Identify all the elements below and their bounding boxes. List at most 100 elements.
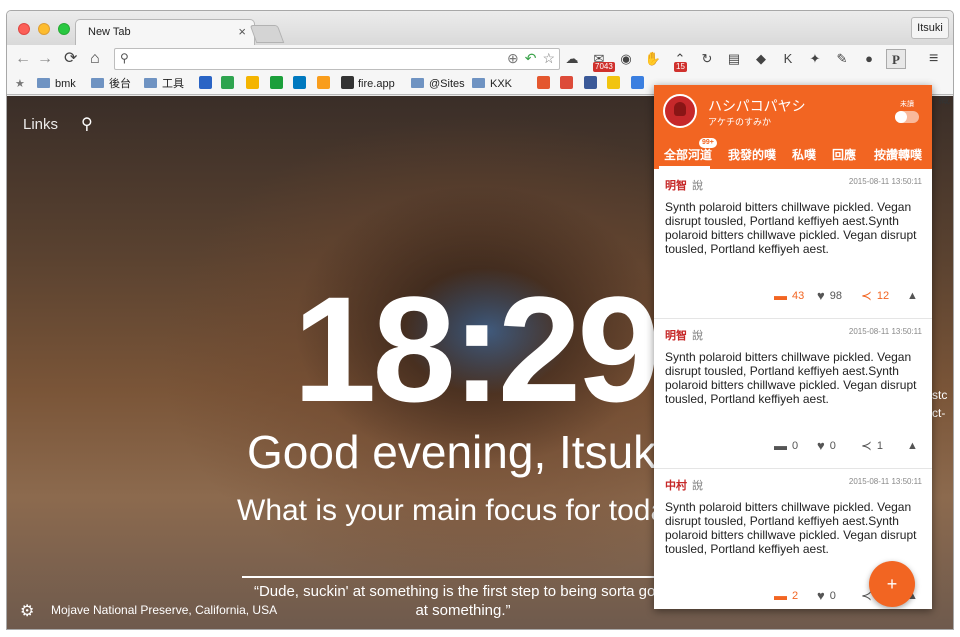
- bookmark-item[interactable]: fire.app: [341, 76, 395, 92]
- clipboard-extension-icon[interactable]: ▤: [724, 49, 744, 69]
- heart-action[interactable]: ♥ 0: [817, 438, 836, 454]
- home-icon[interactable]: ⌂: [90, 49, 100, 69]
- dropper-extension-icon[interactable]: ✎: [832, 49, 852, 69]
- bookmark-item[interactable]: [631, 76, 648, 92]
- post-author[interactable]: 明智: [665, 177, 687, 193]
- site-favicon-icon: [584, 76, 597, 89]
- user-subtitle: アケチのすみか: [708, 117, 772, 127]
- bookmark-star-icon[interactable]: ★: [15, 76, 25, 92]
- folder-icon: [37, 78, 50, 88]
- bookmark-item[interactable]: bmk: [37, 76, 76, 92]
- focus-input-underline[interactable]: [242, 576, 662, 578]
- unread-toggle[interactable]: [895, 111, 919, 123]
- tab-new-tab[interactable]: New Tab ×: [75, 19, 255, 45]
- add-post-button[interactable]: +: [869, 561, 915, 607]
- bookmark-star-icon[interactable]: ☆: [542, 50, 555, 67]
- bookmark-item[interactable]: [317, 76, 334, 92]
- bookmark-item[interactable]: [560, 76, 577, 92]
- bookmark-item[interactable]: [293, 76, 310, 92]
- hand-extension-icon[interactable]: ✋: [643, 49, 663, 69]
- window-maximize-button[interactable]: [58, 23, 70, 35]
- bookmark-item[interactable]: [270, 76, 287, 92]
- share-action[interactable]: ≺ 1: [861, 438, 883, 454]
- heart-action[interactable]: ♥ 0: [817, 588, 836, 604]
- heart-action[interactable]: ♥ 98: [817, 288, 842, 304]
- username: ハシパコパヤシ: [708, 98, 806, 114]
- post-item[interactable]: 明智說 2015-08-11 13:50:11 Synth polaroid bit…: [654, 169, 932, 319]
- color-wheel-extension-icon[interactable]: ◉: [616, 49, 636, 69]
- post-timestamp: 2015-08-11 13:50:11: [848, 327, 922, 336]
- comment-action[interactable]: ▬ 2: [774, 588, 798, 604]
- popup-tab[interactable]: 回應: [832, 146, 856, 163]
- bell-icon[interactable]: ▲: [907, 438, 918, 454]
- heart-icon: ♥: [817, 438, 825, 453]
- window-close-button[interactable]: [18, 23, 30, 35]
- action-count: 0: [792, 440, 799, 452]
- links-button[interactable]: Links: [23, 116, 58, 133]
- feedly-extension-icon[interactable]: ⌃ 15: [670, 49, 690, 72]
- post-item[interactable]: 明智說 2015-08-11 13:50:11 Synth polaroid bit…: [654, 319, 932, 469]
- ninja-extension-icon-glyph: ✦: [809, 51, 821, 66]
- comment-action[interactable]: ▬ 43: [774, 288, 804, 304]
- bookmark-item[interactable]: 工具: [144, 76, 184, 92]
- forward-icon[interactable]: →: [37, 49, 53, 69]
- popup-tab[interactable]: 全部河道: [664, 146, 712, 163]
- site-favicon-icon: [246, 76, 259, 89]
- unread-toggle-label: 未讀: [900, 101, 914, 108]
- k-extension-icon[interactable]: K: [778, 49, 798, 69]
- quote: “Dude, suckin' at something is the first…: [253, 583, 673, 619]
- reload-icon[interactable]: ⟳: [64, 49, 77, 69]
- cloud-extension-icon[interactable]: ☁: [562, 49, 582, 69]
- share-icon: ≺: [861, 288, 872, 303]
- popup-tab[interactable]: 私噗: [792, 146, 816, 163]
- target-icon[interactable]: ⊕: [507, 50, 519, 67]
- photo-location[interactable]: Mojave National Preserve, California, US…: [51, 603, 277, 617]
- user-avatar[interactable]: [663, 94, 697, 128]
- browser-toolbar: ← → ⟳ ⌂ ⚲ ⊕ ↶ ☆ ☁ ✉ 7043 ◉ ✋ ⌃ 15 ↻ ▤ ◆ K ✦ ✎ ● P ≡: [7, 45, 953, 73]
- p-extension-icon[interactable]: P: [886, 49, 906, 69]
- bookmark-item[interactable]: [199, 76, 216, 92]
- bookmark-label: 工具: [162, 78, 184, 90]
- post-author[interactable]: 中村: [665, 477, 687, 493]
- post-author[interactable]: 明智: [665, 327, 687, 343]
- comment-icon: ▬: [774, 588, 787, 603]
- bookmark-item[interactable]: [246, 76, 263, 92]
- bookmark-item[interactable]: [537, 76, 554, 92]
- settings-gear-icon[interactable]: ⚙: [20, 601, 34, 621]
- action-count: 12: [876, 290, 890, 302]
- back-icon[interactable]: ←: [15, 49, 31, 69]
- popup-tab[interactable]: 我發的噗: [728, 146, 776, 163]
- share-action[interactable]: ≺ 12: [861, 288, 889, 304]
- tab-close-icon[interactable]: ×: [238, 24, 246, 39]
- profile-button[interactable]: Itsuki: [911, 17, 949, 39]
- evernote-tag-extension-icon[interactable]: ◆: [751, 49, 771, 69]
- bookmark-item[interactable]: 後台: [91, 76, 131, 92]
- comment-action[interactable]: ▬ 0: [774, 438, 798, 454]
- menu-icon[interactable]: ≡: [929, 49, 938, 69]
- bookmark-item[interactable]: [584, 76, 601, 92]
- mail-extension-icon[interactable]: ✉ 7043: [589, 49, 615, 72]
- new-tab-button[interactable]: [249, 25, 285, 43]
- k-extension-icon-glyph: K: [783, 51, 793, 66]
- search-icon[interactable]: ⚲: [81, 114, 93, 134]
- bookmark-label: @Sites: [429, 78, 465, 90]
- ninja-extension-icon[interactable]: ✦: [805, 49, 825, 69]
- bookmark-item[interactable]: [221, 76, 238, 92]
- sync-extension-icon-glyph: ↻: [701, 51, 713, 66]
- window-minimize-button[interactable]: [38, 23, 50, 35]
- omnibox-actions: ⊕ ↶ ☆: [507, 50, 555, 67]
- right-fragment-2: ct-: [932, 406, 946, 420]
- bookmark-item[interactable]: [607, 76, 624, 92]
- sync-extension-icon[interactable]: ↻: [697, 49, 717, 69]
- greeting: Good evening, Itsuki: [247, 426, 667, 478]
- action-count: 1: [876, 440, 884, 452]
- undo-arrow-icon[interactable]: ↶: [525, 50, 537, 67]
- popup-tab[interactable]: 按讚轉噗: [874, 146, 922, 163]
- ghost-extension-icon-glyph: ●: [865, 51, 873, 66]
- bookmark-item[interactable]: KXK: [472, 76, 512, 92]
- bell-icon[interactable]: ▲: [907, 288, 918, 304]
- ghost-extension-icon[interactable]: ●: [859, 49, 879, 69]
- post-verb: 說: [692, 180, 703, 192]
- address-bar[interactable]: ⚲ ⊕ ↶ ☆: [114, 48, 560, 70]
- bookmark-item[interactable]: @Sites: [411, 76, 465, 92]
